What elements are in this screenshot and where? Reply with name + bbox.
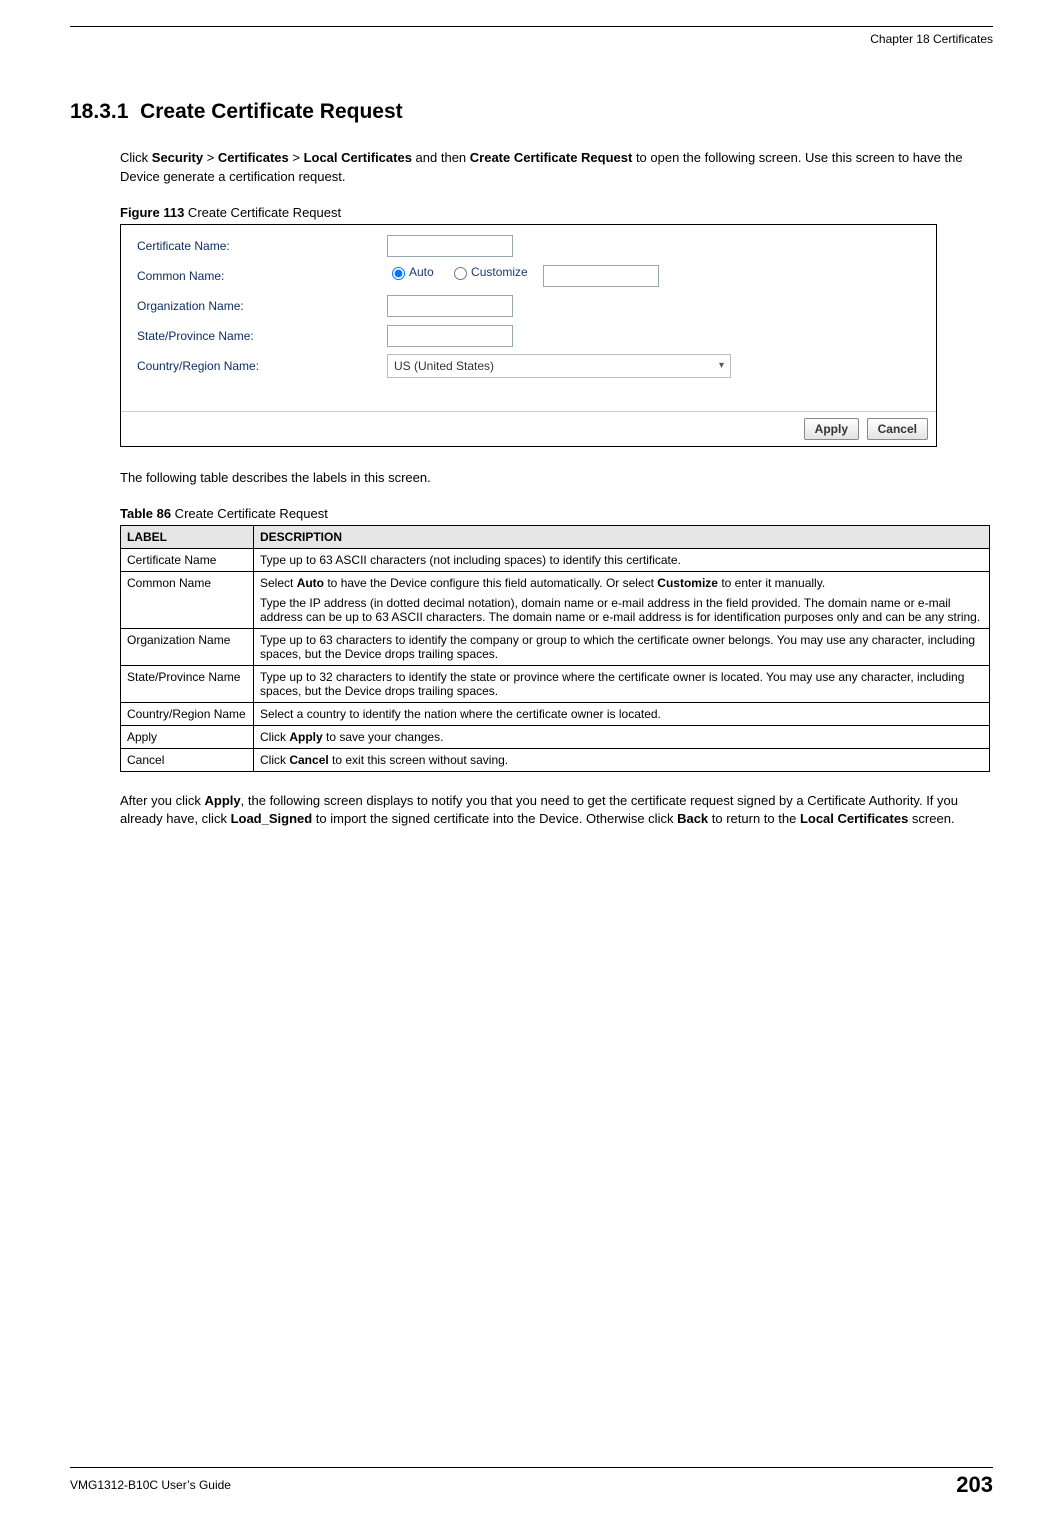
r1-auto: Auto (297, 576, 324, 590)
section-heading: 18.3.1 Create Certificate Request (70, 100, 993, 124)
radio-customize-input[interactable] (454, 267, 467, 280)
table-row: Cancel Click Cancel to exit this screen … (121, 748, 990, 771)
row-cert-name-label: Certificate Name (121, 548, 254, 571)
r5-pre: Click (260, 730, 289, 744)
r1-p2: Type the IP address (in dotted decimal n… (260, 596, 983, 624)
table-row: Country/Region Name Select a country to … (121, 702, 990, 725)
nav-create-request: Create Certificate Request (470, 150, 633, 165)
row-country-desc: Select a country to identify the nation … (254, 702, 990, 725)
org-name-input[interactable] (387, 295, 513, 317)
col-description: DESCRIPTION (254, 525, 990, 548)
table-row: Apply Click Apply to save your changes. (121, 725, 990, 748)
cert-name-label: Certificate Name: (137, 239, 387, 253)
after-load-signed: Load_Signed (231, 811, 313, 826)
radio-auto-label: Auto (409, 265, 434, 279)
section-number: 18.3.1 (70, 100, 128, 123)
r5-post: to save your changes. (323, 730, 444, 744)
state-name-input[interactable] (387, 325, 513, 347)
state-name-label: State/Province Name: (137, 329, 387, 343)
table-row: Organization Name Type up to 63 characte… (121, 628, 990, 665)
radio-customize[interactable]: Customize (449, 264, 528, 280)
top-rule (70, 26, 993, 27)
intro-prefix: Click (120, 150, 152, 165)
after-paragraph: After you click Apply, the following scr… (120, 792, 993, 830)
after-back: Back (677, 811, 708, 826)
r6-post: to exit this screen without saving. (329, 753, 508, 767)
after-pre: After you click (120, 793, 205, 808)
after-mid2: to import the signed certificate into th… (312, 811, 677, 826)
table-row: Common Name Select Auto to have the Devi… (121, 571, 990, 628)
row-country-label: Country/Region Name (121, 702, 254, 725)
footer-guide: VMG1312-B10C User’s Guide (70, 1478, 231, 1492)
nav-security: Security (152, 150, 203, 165)
col-label: LABEL (121, 525, 254, 548)
section-title: Create Certificate Request (140, 100, 403, 123)
radio-auto-input[interactable] (392, 267, 405, 280)
table-label: Table 86 (120, 506, 171, 521)
table-title: Create Certificate Request (171, 506, 328, 521)
table-row: Certificate Name Type up to 63 ASCII cha… (121, 548, 990, 571)
r1-mid1: to have the Device configure this field … (324, 576, 657, 590)
r6-cancel: Cancel (289, 753, 328, 767)
table-caption: Table 86 Create Certificate Request (120, 506, 993, 521)
after-local-certs: Local Certificates (800, 811, 908, 826)
row-cert-name-desc: Type up to 63 ASCII characters (not incl… (254, 548, 990, 571)
row-org-desc: Type up to 63 characters to identify the… (254, 628, 990, 665)
cert-name-input[interactable] (387, 235, 513, 257)
page-number: 203 (956, 1472, 993, 1498)
chapter-header: Chapter 18 Certificates (870, 32, 993, 46)
row-org-label: Organization Name (121, 628, 254, 665)
common-name-label: Common Name: (137, 269, 387, 283)
after-apply: Apply (205, 793, 241, 808)
sep2: > (289, 150, 304, 165)
country-name-label: Country/Region Name: (137, 359, 387, 373)
after-mid3: to return to the (708, 811, 800, 826)
row-apply-desc: Click Apply to save your changes. (254, 725, 990, 748)
r6-pre: Click (260, 753, 289, 767)
row-cancel-label: Cancel (121, 748, 254, 771)
row-state-label: State/Province Name (121, 665, 254, 702)
common-name-input[interactable] (543, 265, 659, 287)
row-apply-label: Apply (121, 725, 254, 748)
intro-mid: and then (412, 150, 470, 165)
r5-apply: Apply (289, 730, 322, 744)
figure-label: Figure 113 (120, 205, 184, 220)
radio-auto[interactable]: Auto (387, 264, 434, 280)
table-row: State/Province Name Type up to 32 charac… (121, 665, 990, 702)
label-description-table: LABEL DESCRIPTION Certificate Name Type … (120, 525, 990, 772)
sep1: > (203, 150, 218, 165)
nav-local-certificates: Local Certificates (304, 150, 412, 165)
mid-paragraph: The following table describes the labels… (120, 469, 993, 488)
figure-screenshot: Certificate Name: Common Name: Auto Cust… (120, 224, 937, 447)
apply-button[interactable]: Apply (804, 418, 859, 440)
row-common-name-label: Common Name (121, 571, 254, 628)
r1-mid2: to enter it manually. (718, 576, 825, 590)
org-name-label: Organization Name: (137, 299, 387, 313)
row-cancel-desc: Click Cancel to exit this screen without… (254, 748, 990, 771)
country-value: US (United States) (394, 359, 494, 373)
nav-certificates: Certificates (218, 150, 289, 165)
r1-customize: Customize (657, 576, 718, 590)
cancel-button[interactable]: Cancel (867, 418, 928, 440)
figure-button-bar: Apply Cancel (121, 411, 936, 446)
r1-pre: Select (260, 576, 297, 590)
row-common-name-desc: Select Auto to have the Device configure… (254, 571, 990, 628)
chevron-down-icon: ▾ (719, 360, 724, 371)
footer-rule (70, 1467, 993, 1468)
intro-paragraph: Click Security > Certificates > Local Ce… (120, 149, 993, 187)
after-post: screen. (908, 811, 954, 826)
figure-caption: Figure 113 Create Certificate Request (120, 205, 993, 220)
radio-customize-label: Customize (471, 265, 528, 279)
country-select[interactable]: US (United States) ▾ (387, 354, 731, 378)
row-state-desc: Type up to 32 characters to identify the… (254, 665, 990, 702)
figure-title: Create Certificate Request (184, 205, 341, 220)
